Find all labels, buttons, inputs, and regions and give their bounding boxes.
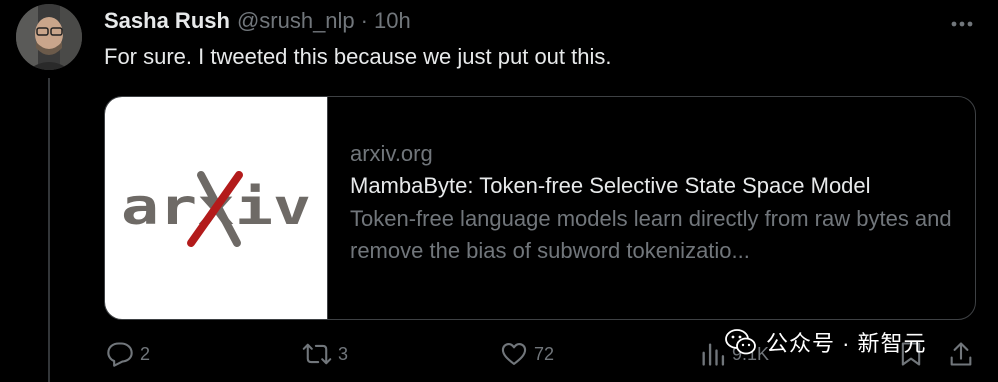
reply-icon — [107, 342, 133, 367]
retweet-count: 3 — [338, 343, 349, 364]
thread-line — [48, 78, 50, 382]
tweet-header: Sasha Rush @srush_nlp · 10h — [104, 8, 411, 36]
reply-count: 2 — [140, 343, 151, 364]
watermark-text: 公众号 · 新智元 — [766, 331, 927, 356]
avatar-photo-icon — [16, 4, 82, 70]
retweet-button[interactable]: 3 — [302, 340, 348, 368]
card-thumbnail: arxiv — [105, 97, 328, 319]
link-card[interactable]: arxiv arxiv.org MambaByte: Token-free Se… — [104, 96, 976, 320]
card-description: Token-free language models learn directl… — [350, 206, 952, 263]
share-button[interactable] — [948, 340, 974, 368]
like-button[interactable]: 72 — [500, 340, 554, 368]
card-domain: arxiv.org — [350, 141, 433, 166]
separator-dot: · — [360, 8, 368, 33]
heart-icon — [501, 343, 527, 365]
retweet-icon — [302, 343, 332, 365]
more-options-button[interactable] — [948, 10, 976, 38]
like-count: 72 — [534, 343, 555, 364]
arxiv-logo: arxiv — [121, 171, 311, 247]
watermark: 公众号 · 新智元 — [724, 326, 927, 358]
share-icon — [950, 342, 972, 366]
wechat-icon — [725, 329, 756, 355]
tweet-text: For sure. I tweeted this because we just… — [104, 44, 612, 69]
tweet-time[interactable]: 10h — [374, 8, 411, 34]
views-chart-icon — [702, 343, 725, 366]
author-name[interactable]: Sasha Rush — [104, 8, 230, 34]
more-dots-icon — [951, 21, 973, 27]
card-body: arxiv.org MambaByte: Token-free Selectiv… — [328, 97, 975, 319]
card-title: MambaByte: Token-free Selective State Sp… — [350, 173, 871, 198]
author-handle[interactable]: @srush_nlp — [237, 8, 355, 34]
avatar[interactable] — [16, 4, 82, 70]
reply-button[interactable]: 2 — [106, 340, 150, 368]
